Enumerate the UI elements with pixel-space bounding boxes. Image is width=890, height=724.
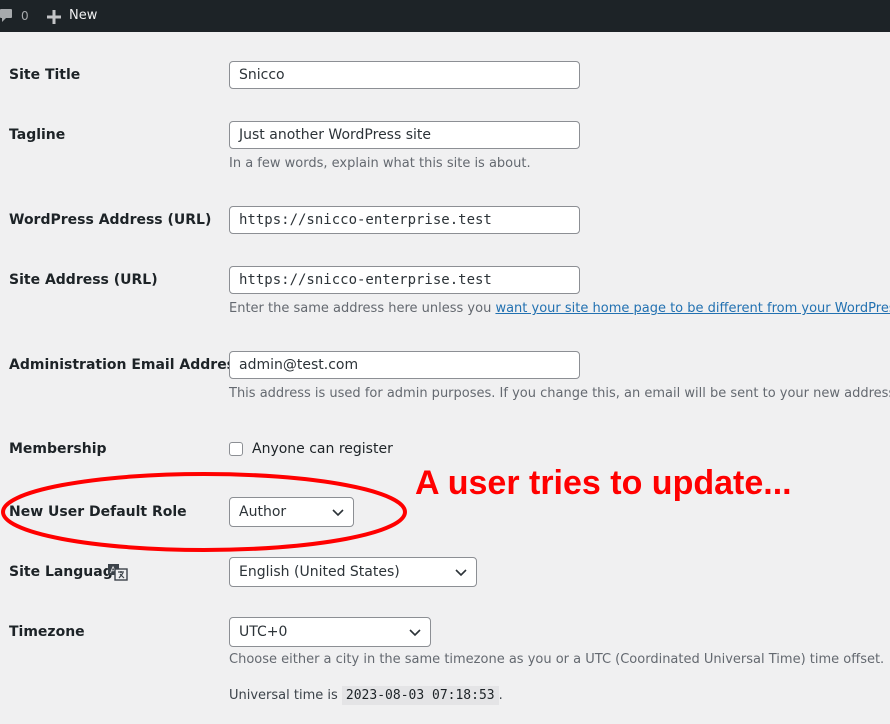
timezone-select[interactable]: UTC+0 bbox=[229, 617, 431, 647]
default-role-value: Author bbox=[239, 504, 287, 520]
chevron-down-icon bbox=[409, 629, 421, 637]
membership-label: Membership bbox=[9, 441, 107, 457]
home-page-different-link[interactable]: want your site home page to be different… bbox=[495, 301, 890, 316]
timezone-value: UTC+0 bbox=[239, 624, 288, 640]
default-role-label: New User Default Role bbox=[9, 504, 187, 520]
site-address-input[interactable]: https://snicco-enterprise.test bbox=[229, 266, 580, 294]
admin-email-label: Administration Email Address bbox=[9, 357, 244, 373]
default-role-select[interactable]: Author bbox=[229, 497, 354, 527]
annotation-text: A user tries to update... bbox=[415, 464, 792, 502]
timezone-label: Timezone bbox=[9, 624, 85, 640]
universal-time-value: 2023-08-03 07:18:53 bbox=[341, 686, 499, 705]
admin-bar: 0 New bbox=[0, 0, 890, 32]
chevron-down-icon bbox=[455, 569, 467, 577]
translation-icon: A bbox=[108, 564, 128, 581]
tagline-description: In a few words, explain what this site i… bbox=[229, 156, 531, 171]
site-language-select[interactable]: English (United States) bbox=[229, 557, 477, 587]
site-title-input[interactable]: Snicco bbox=[229, 61, 580, 89]
wordpress-address-input[interactable]: https://snicco-enterprise.test bbox=[229, 206, 580, 234]
comment-icon[interactable] bbox=[0, 9, 12, 23]
admin-email-input[interactable]: admin@test.com bbox=[229, 351, 580, 379]
site-language-value: English (United States) bbox=[239, 564, 400, 580]
admin-email-description: This address is used for admin purposes.… bbox=[229, 386, 890, 401]
universal-time: Universal time is 2023-08-03 07:18:53. bbox=[229, 686, 503, 705]
tagline-label: Tagline bbox=[9, 127, 66, 143]
site-title-label: Site Title bbox=[9, 67, 81, 83]
universal-time-label: Universal time is bbox=[229, 688, 342, 703]
new-content-link[interactable]: New bbox=[69, 8, 97, 23]
chevron-down-icon bbox=[332, 509, 344, 517]
universal-time-suffix: . bbox=[498, 688, 503, 703]
wordpress-address-label: WordPress Address (URL) bbox=[9, 212, 212, 228]
anyone-can-register-checkbox[interactable] bbox=[229, 442, 243, 456]
plus-icon[interactable] bbox=[47, 10, 61, 24]
tagline-input[interactable]: Just another WordPress site bbox=[229, 121, 580, 149]
site-address-label: Site Address (URL) bbox=[9, 272, 158, 288]
comment-count[interactable]: 0 bbox=[21, 9, 29, 23]
site-language-label: Site Language bbox=[9, 564, 123, 580]
site-address-description-text: Enter the same address here unless you bbox=[229, 301, 496, 316]
timezone-description: Choose either a city in the same timezon… bbox=[229, 652, 885, 667]
anyone-can-register-label[interactable]: Anyone can register bbox=[252, 441, 393, 457]
site-address-description: Enter the same address here unless you w… bbox=[229, 301, 890, 316]
